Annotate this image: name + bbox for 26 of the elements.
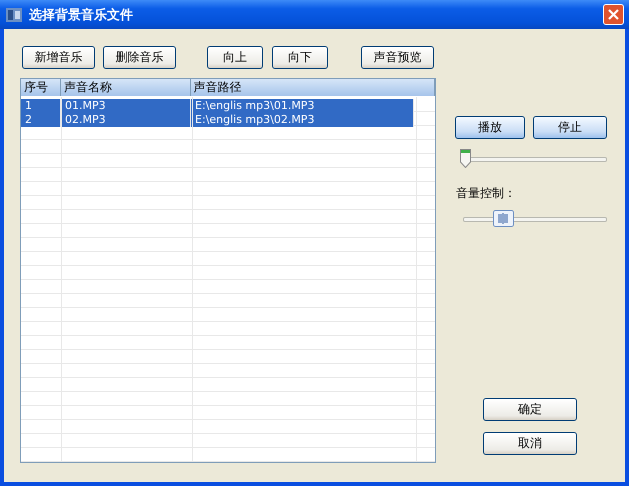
- close-button[interactable]: [603, 4, 624, 25]
- window-title: 选择背景音乐文件: [29, 6, 134, 24]
- toolbar-button[interactable]: 声音预览: [361, 46, 434, 68]
- column-header[interactable]: 声音路径: [190, 79, 435, 96]
- toolbar-button[interactable]: 删除音乐: [103, 46, 176, 68]
- toolbar-button[interactable]: 向上: [207, 46, 263, 68]
- table-cell: 02.MP3: [61, 113, 191, 127]
- slider-thumb[interactable]: [460, 149, 471, 168]
- toolbar-button[interactable]: 向下: [272, 46, 328, 68]
- list-row[interactable]: 1 01.MP3 E:\englis mp3\01.MP3: [21, 99, 414, 113]
- app-icon: [5, 6, 23, 24]
- toolbar-button[interactable]: 新增音乐: [22, 46, 95, 68]
- stop-button[interactable]: 停止: [533, 116, 607, 139]
- close-icon: [608, 9, 619, 20]
- position-slider[interactable]: [460, 149, 607, 168]
- ok-button[interactable]: 确定: [483, 398, 577, 421]
- table-cell: 2: [21, 113, 61, 127]
- slider-thumb[interactable]: [492, 210, 514, 227]
- play-button[interactable]: 播放: [455, 116, 525, 139]
- cancel-button[interactable]: 取消: [483, 432, 577, 455]
- list-row[interactable]: 2 02.MP3 E:\englis mp3\02.MP3: [21, 113, 414, 127]
- column-header[interactable]: 序号: [21, 79, 61, 96]
- volume-label: 音量控制：: [456, 185, 517, 202]
- table-cell: E:\englis mp3\02.MP3: [191, 113, 414, 127]
- volume-slider[interactable]: [463, 209, 607, 228]
- column-header[interactable]: 声音名称: [60, 79, 191, 96]
